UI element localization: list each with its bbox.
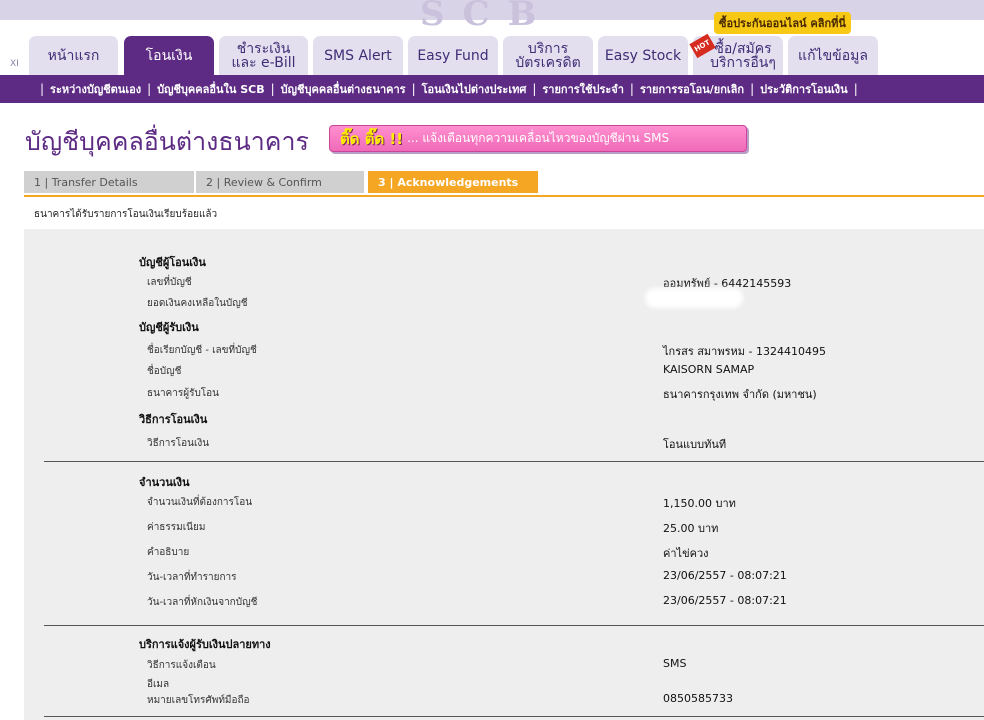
xl-label: XI	[10, 59, 19, 69]
to-name-label: ชื่อบัญชี	[147, 366, 182, 377]
sms-alert-banner[interactable]: ติ๊ด ติ๊ด !! ... แจ้งเตือนทุกความเคลื่อน…	[329, 125, 747, 152]
section-divider	[44, 625, 984, 626]
subnav-history[interactable]: ประวัติการโอนเงิน	[760, 80, 848, 98]
tab-label: หน้าแรก	[47, 47, 100, 64]
tab-label: โอนเงิน	[145, 47, 193, 64]
sms-banner-highlight: ติ๊ด ติ๊ด !!	[340, 129, 404, 148]
subnav-separator: |	[853, 82, 858, 96]
debit-datetime-label: วัน-เวลาที่หักเงินจากบัญชี	[147, 597, 258, 608]
transfer-details-panel: บัญชีผู้โอนเงิน เลขที่บัญชี ออมทรัพย์ - …	[24, 229, 984, 720]
section-title-method: วิธีการโอนเงิน	[139, 413, 208, 426]
tab-label: ชำระเงิน และ e-Bill	[231, 40, 296, 71]
fee-label: ค่าธรรมเนียม	[147, 522, 206, 533]
tab-label: แก้ไขข้อมูล	[798, 47, 868, 64]
tab-label: Easy Stock	[604, 47, 682, 64]
to-nickname-label: ชื่อเรียกบัญชี - เลขที่บัญชี	[147, 345, 257, 356]
subnav-separator: |	[40, 82, 45, 96]
tab-label: SMS Alert	[324, 47, 392, 64]
subnav-favorites[interactable]: รายการใช้ประจำ	[542, 80, 624, 98]
email-label: อีเมล	[147, 679, 170, 690]
method-label: วิธีการโอนเงิน	[147, 438, 210, 449]
phone-label: หมายเลขโทรศัพท์มือถือ	[147, 695, 250, 706]
subnav-separator: |	[532, 82, 537, 96]
section-title-from: บัญชีผู้โอนเงิน	[139, 256, 206, 269]
tab-label: Easy Fund	[417, 47, 489, 64]
subnav-separator: |	[629, 82, 634, 96]
tab-transfer[interactable]: โอนเงิน	[124, 36, 214, 75]
method-value: โอนแบบทันที	[663, 438, 727, 451]
notify-method-label: วิธีการแจ้งเตือน	[147, 660, 216, 671]
insurance-promo-link[interactable]: ซื้อประกันออนไลน์ คลิกที่นี่	[714, 12, 851, 34]
subnav-separator: |	[147, 82, 152, 96]
balance-label: ยอดเงินคงเหลือในบัญชี	[147, 298, 248, 309]
description-label: คำอธิบาย	[147, 547, 190, 558]
step-acknowledgements: 3 | Acknowledgements	[368, 171, 538, 193]
transaction-datetime-value: 23/06/2557 - 08:07:21	[663, 569, 787, 582]
subnav-other-bank[interactable]: บัญชีบุคคลอื่นต่างธนาคาร	[281, 80, 406, 98]
tab-easy-stock[interactable]: Easy Stock	[598, 36, 688, 75]
subnav-separator: |	[411, 82, 416, 96]
tab-other-services[interactable]: HOT ซื้อ/สมัคร บริการอื่นๆ	[689, 33, 783, 75]
subnav-scb-accounts[interactable]: บัญชีบุคคลอื่นใน SCB	[157, 80, 265, 98]
fee-value: 25.00 บาท	[663, 522, 719, 535]
balance-redacted	[649, 292, 739, 304]
amount-value: 1,150.00 บาท	[663, 497, 736, 510]
tab-credit-card[interactable]: บริการ บัตรเครดิต	[503, 36, 593, 75]
phone-value: 0850585733	[663, 692, 733, 705]
tab-easy-fund[interactable]: Easy Fund	[408, 36, 498, 75]
notify-method-value: SMS	[663, 657, 687, 670]
acknowledgement-message: ธนาคารได้รับรายการโอนเงินเรียบร้อยแล้ว	[34, 209, 218, 220]
subnav-own-accounts[interactable]: ระหว่างบัญชีตนเอง	[50, 80, 141, 98]
to-nickname-value: ไกรสร สมาพรหม - 1324410495	[663, 345, 826, 358]
subnav-separator: |	[270, 82, 275, 96]
subnav-pending[interactable]: รายการรอโอน/ยกเลิก	[640, 80, 744, 98]
section-title-to: บัญชีผู้รับเงิน	[139, 321, 199, 334]
header-decoration: SCB	[420, 0, 555, 34]
section-title-amount: จำนวนเงิน	[139, 476, 190, 489]
subnav-international[interactable]: โอนเงินไปต่างประเทศ	[422, 80, 527, 98]
amount-label: จำนวนเงินที่ต้องการโอน	[147, 497, 253, 508]
top-banner: SCB XI ซื้อประกันออนไลน์ คลิกที่นี่ หน้า…	[0, 0, 984, 75]
to-bank-value: ธนาคารกรุงเทพ จำกัด (มหาชน)	[663, 388, 817, 401]
description-value: ค่าไข่ควง	[663, 547, 709, 560]
from-account-label: เลขที่บัญชี	[147, 277, 192, 288]
section-divider	[44, 716, 984, 717]
subnav-separator: |	[750, 82, 755, 96]
sms-banner-text: ... แจ้งเตือนทุกความเคลื่อนไหวของบัญชีผ่…	[407, 131, 670, 145]
from-account-value: ออมทรัพย์ - 6442145593	[663, 277, 792, 290]
to-bank-label: ธนาคารผู้รับโอน	[147, 388, 220, 399]
step-label: 3 | Acknowledgements	[378, 175, 519, 189]
progress-steps: 1 | Transfer Details 2 | Review & Confir…	[24, 171, 984, 197]
section-divider	[44, 461, 984, 462]
step-label: 1 | Transfer Details	[34, 175, 138, 189]
tab-bill-payment[interactable]: ชำระเงิน และ e-Bill	[219, 36, 308, 75]
tab-edit-profile[interactable]: แก้ไขข้อมูล	[788, 36, 878, 75]
section-title-notify: บริการแจ้งผู้รับเงินปลายทาง	[139, 638, 271, 651]
transfer-subnav: | ระหว่างบัญชีตนเอง | บัญชีบุคคลอื่นใน S…	[0, 75, 984, 103]
to-name-value: KAISORN SAMAP	[663, 363, 755, 376]
tab-sms-alert[interactable]: SMS Alert	[313, 36, 403, 75]
tab-label: บริการ บัตรเครดิต	[515, 40, 581, 71]
step-transfer-details: 1 | Transfer Details	[24, 171, 194, 193]
tab-home[interactable]: หน้าแรก	[29, 36, 118, 75]
transaction-datetime-label: วัน-เวลาที่ทำรายการ	[147, 572, 237, 583]
debit-datetime-value: 23/06/2557 - 08:07:21	[663, 594, 787, 607]
page-title: บัญชีบุคคลอื่นต่างธนาคาร	[25, 127, 309, 156]
step-label: 2 | Review & Confirm	[206, 175, 322, 189]
step-review-confirm: 2 | Review & Confirm	[196, 171, 364, 193]
